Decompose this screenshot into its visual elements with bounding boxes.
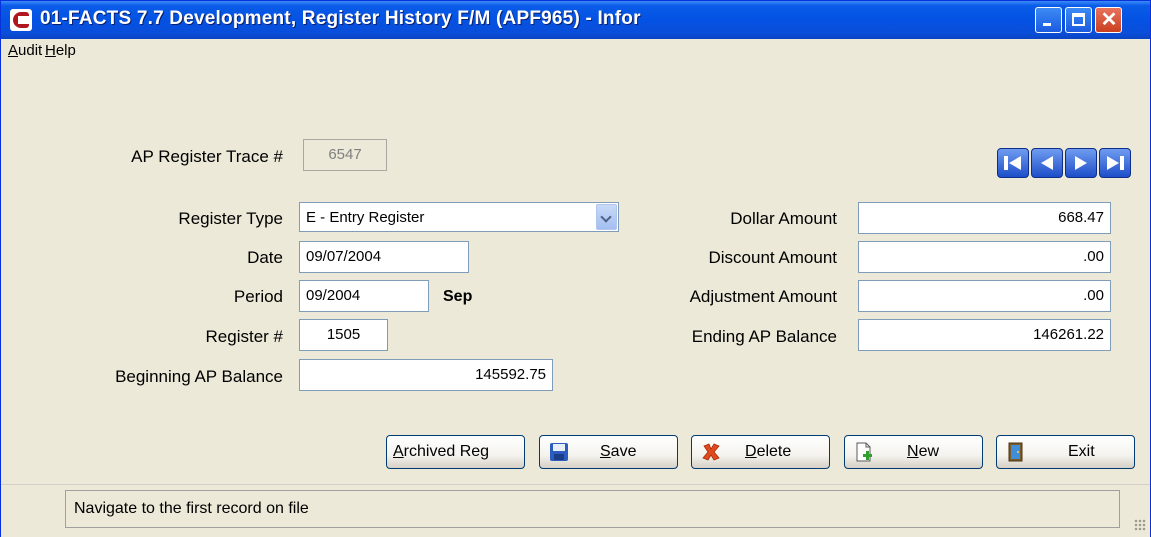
adjustment-amount-field[interactable]: .00 [858,280,1111,312]
period-label: Period [233,287,283,306]
nav-next-icon [1075,156,1087,170]
delete-icon [702,443,720,461]
nav-first-icon [1004,156,1021,170]
register-no-field[interactable]: 1505 [299,319,388,351]
delete-label: Delete [745,443,792,460]
nav-last-icon [1107,156,1124,170]
date-field[interactable]: 09/07/2004 [299,241,469,273]
trace-label: AP Register Trace # [131,147,283,166]
archived-reg-button[interactable]: Archived Reg [386,435,525,469]
beginning-balance-field[interactable]: 145592.75 [299,359,553,391]
trace-field: 6547 [303,139,387,171]
register-type-select[interactable]: E - Entry Register [299,202,619,232]
chevron-down-icon [600,211,612,223]
nav-last-button[interactable] [1099,148,1131,178]
ending-balance-label: Ending AP Balance [691,327,837,346]
date-label: Date [247,248,283,267]
app-logo-icon[interactable] [10,9,32,31]
nav-prev-button[interactable] [1031,148,1063,178]
beginning-balance-label: Beginning AP Balance [115,367,283,386]
menu-help[interactable]: Help [45,42,76,59]
close-button[interactable]: ✕ [1095,7,1122,33]
window-title: 01-FACTS 7.7 Development, Register Histo… [40,8,641,29]
save-button[interactable]: Save [539,435,678,469]
register-type-label: Register Type [178,209,283,228]
new-document-icon [856,442,872,462]
resize-grip-icon[interactable] [1134,519,1146,531]
title-bar[interactable]: 01-FACTS 7.7 Development, Register Histo… [1,1,1150,39]
delete-button[interactable]: Delete [691,435,830,469]
new-label: New [907,443,940,460]
status-text: Navigate to the first record on file [65,490,1120,528]
register-no-label: Register # [205,327,283,346]
exit-button[interactable]: Exit [996,435,1135,469]
maximize-button[interactable] [1065,7,1092,33]
exit-door-icon [1008,442,1023,462]
menu-bar: Audit Help [1,39,1150,63]
close-icon: ✕ [1100,9,1118,31]
minimize-icon [1043,23,1051,26]
minimize-button[interactable] [1035,7,1062,33]
menu-audit[interactable]: Audit [8,42,42,59]
app-window: 01-FACTS 7.7 Development, Register Histo… [0,0,1151,537]
dollar-amount-field[interactable]: 668.47 [858,202,1111,234]
register-type-value: E - Entry Register [306,209,425,226]
record-navigator [997,148,1133,178]
save-icon [550,443,568,461]
save-label: Save [600,443,637,460]
status-bar: Navigate to the first record on file [1,484,1150,537]
dropdown-button[interactable] [596,204,617,230]
ending-balance-field[interactable]: 146261.22 [858,319,1111,351]
discount-amount-label: Discount Amount [708,248,837,267]
dollar-amount-label: Dollar Amount [730,209,837,228]
discount-amount-field[interactable]: .00 [858,241,1111,273]
nav-next-button[interactable] [1065,148,1097,178]
nav-prev-icon [1041,156,1053,170]
period-field[interactable]: 09/2004 [299,280,429,312]
exit-label: Exit [1068,443,1095,460]
adjustment-amount-label: Adjustment Amount [689,287,837,306]
period-month: Sep [443,288,473,305]
new-button[interactable]: New [844,435,983,469]
nav-first-button[interactable] [997,148,1029,178]
archived-reg-label: Archived Reg [393,443,490,460]
maximize-icon [1072,13,1085,26]
